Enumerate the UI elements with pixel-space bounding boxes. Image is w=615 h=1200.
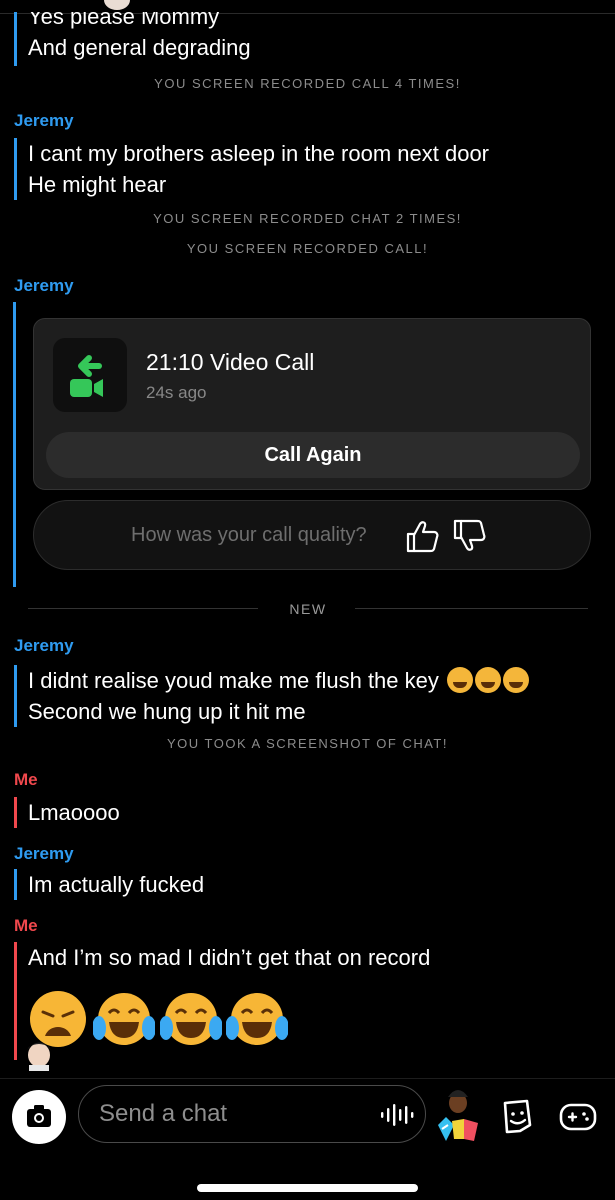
system-notice: YOU TOOK A SCREENSHOT OF CHAT! <box>167 736 448 751</box>
tears-of-joy-emoji-icon <box>93 993 156 1045</box>
message-line: He might hear <box>28 172 167 197</box>
chat-input[interactable] <box>99 1094 369 1134</box>
camera-button[interactable] <box>12 1090 66 1144</box>
thumbs-down-icon[interactable] <box>451 518 487 554</box>
call-quality-prompt: How was your call quality? <box>33 500 591 570</box>
sender-label-jeremy: Jeremy <box>14 111 74 130</box>
chat-composer-bar <box>0 1078 615 1200</box>
bitmoji-icon[interactable] <box>434 1085 482 1143</box>
header-avatar[interactable] <box>104 0 130 10</box>
message-line: Lmaoooo <box>28 800 120 825</box>
new-messages-divider: NEW <box>28 600 588 618</box>
camera-icon <box>27 1105 51 1127</box>
system-notice: YOU SCREEN RECORDED CHAT 2 TIMES! <box>153 211 462 226</box>
message-me: Lmaoooo <box>14 797 120 828</box>
message-jeremy: I didnt realise youd make me flush the k… <box>14 665 530 727</box>
chat-screen: Yes please Mommy And general degrading Y… <box>0 0 615 1200</box>
crying-emoji-icon <box>503 667 530 693</box>
header-edge <box>0 0 615 14</box>
message-line: Second we hung up it hit me <box>28 699 306 724</box>
message-line: I didnt realise youd make me flush the k… <box>28 665 530 696</box>
sticker-icon[interactable] <box>497 1097 535 1135</box>
crying-emoji-icon <box>475 667 502 693</box>
crying-emoji-icon <box>447 667 474 693</box>
tears-of-joy-emoji-icon <box>159 993 222 1045</box>
call-title: 21:10 Video Call <box>146 349 315 375</box>
message-jeremy: Im actually fucked <box>14 869 204 900</box>
message-line: I cant my brothers asleep in the room ne… <box>28 141 490 166</box>
system-notice: YOU SCREEN RECORDED CALL 4 TIMES! <box>154 76 461 91</box>
message-text: I didnt realise youd make me flush the k… <box>28 668 439 693</box>
call-quality-text: How was your call quality? <box>131 524 367 546</box>
sender-label-jeremy: Jeremy <box>14 276 74 295</box>
new-label: NEW <box>289 601 327 617</box>
game-controller-icon[interactable] <box>558 1097 598 1135</box>
call-duration: 24s ago <box>146 383 207 402</box>
message-line: Im actually fucked <box>28 872 205 897</box>
home-indicator[interactable] <box>197 1184 418 1192</box>
sender-label-jeremy: Jeremy <box>14 844 74 863</box>
system-notice: YOU SCREEN RECORDED CALL! <box>186 241 429 256</box>
sender-label-jeremy: Jeremy <box>14 636 74 655</box>
call-again-button[interactable]: Call Again <box>46 432 580 478</box>
bitmoji-avatar[interactable] <box>20 1037 58 1071</box>
sender-label-me: Me <box>14 916 38 935</box>
thumbs-up-icon[interactable] <box>404 518 440 554</box>
message-jeremy: I cant my brothers asleep in the room ne… <box>14 138 489 200</box>
emoji-row <box>27 988 289 1050</box>
chat-input-container[interactable] <box>78 1085 426 1143</box>
video-call-card[interactable]: 21:10 Video Call 24s ago Call Again <box>33 318 591 490</box>
video-call-icon <box>53 338 127 412</box>
message-stripe <box>13 302 16 587</box>
message-line: And general degrading <box>28 35 251 60</box>
message-line: And I’m so mad I didn’t get that on reco… <box>28 945 431 970</box>
tears-of-joy-emoji-icon <box>226 993 289 1045</box>
microphone-icon[interactable] <box>379 1103 415 1127</box>
sender-label-me: Me <box>14 770 38 789</box>
